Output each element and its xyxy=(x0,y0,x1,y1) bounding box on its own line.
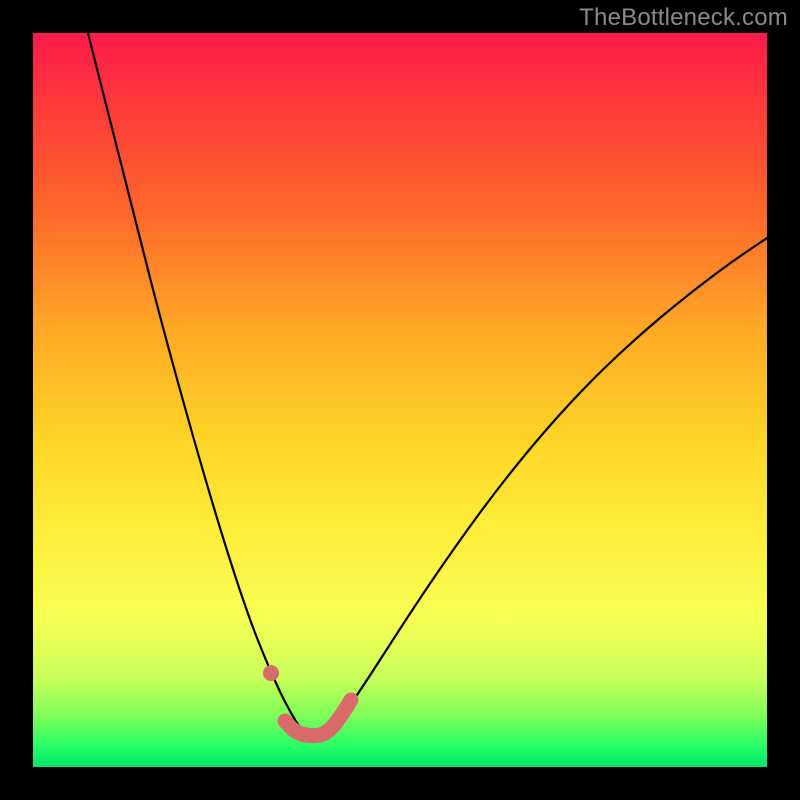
watermark-text: TheBottleneck.com xyxy=(579,4,788,32)
left-curve xyxy=(88,33,302,729)
right-curve xyxy=(331,238,767,729)
highlight-dot xyxy=(263,665,279,681)
plot-area xyxy=(33,33,767,767)
chart-frame: TheBottleneck.com xyxy=(0,0,800,800)
curves-svg xyxy=(33,33,767,767)
